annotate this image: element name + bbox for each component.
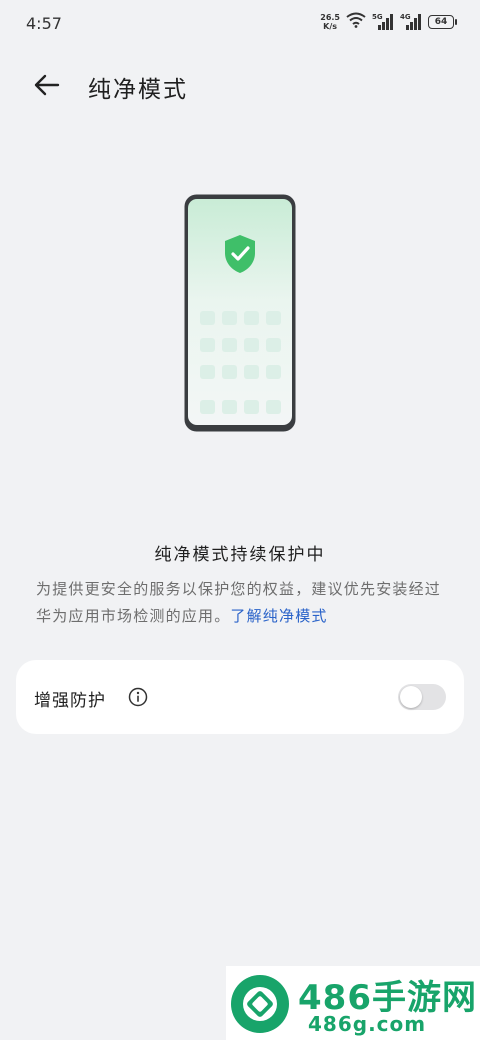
signal-bars-icon bbox=[406, 14, 421, 30]
status-icons: 26.5 K/s 5G 4G 64 bbox=[320, 12, 457, 32]
toggle-knob bbox=[400, 686, 422, 708]
watermark: 486手游网 486g.com bbox=[226, 966, 480, 1040]
network-speed-value: 26.5 bbox=[320, 13, 340, 22]
protection-description: 为提供更安全的服务以保护您的权益，建议优先安装经过华为应用市场检测的应用。了解纯… bbox=[36, 576, 446, 630]
phone-illustration bbox=[183, 193, 297, 433]
status-time: 4:57 bbox=[26, 14, 62, 33]
signal-bars-icon bbox=[378, 14, 393, 30]
battery-indicator: 64 bbox=[428, 15, 457, 29]
network-speed: 26.5 K/s bbox=[320, 13, 340, 31]
learn-more-link[interactable]: 了解纯净模式 bbox=[230, 607, 327, 625]
status-bar: 4:57 26.5 K/s 5G 4G 64 bbox=[0, 0, 480, 48]
page-title: 纯净模式 bbox=[88, 77, 188, 103]
cellular-4g-signal: 4G bbox=[400, 13, 422, 31]
back-arrow-icon bbox=[34, 74, 60, 96]
watermark-url: 486g.com bbox=[308, 1012, 427, 1036]
network-speed-unit: K/s bbox=[323, 22, 338, 31]
enhanced-protection-toggle[interactable] bbox=[398, 684, 446, 710]
watermark-logo bbox=[231, 975, 289, 1033]
protection-status-title: 纯净模式持续保护中 bbox=[154, 545, 326, 565]
header: 纯净模式 bbox=[0, 60, 480, 110]
enhanced-protection-label: 增强防护 bbox=[34, 691, 106, 711]
shield-check-icon bbox=[225, 235, 255, 273]
enhanced-protection-card: 增强防护 bbox=[16, 660, 464, 734]
wifi-icon bbox=[346, 12, 366, 32]
info-icon[interactable] bbox=[128, 687, 148, 707]
back-button[interactable] bbox=[28, 70, 68, 100]
cellular-5g-signal: 5G bbox=[372, 13, 394, 31]
